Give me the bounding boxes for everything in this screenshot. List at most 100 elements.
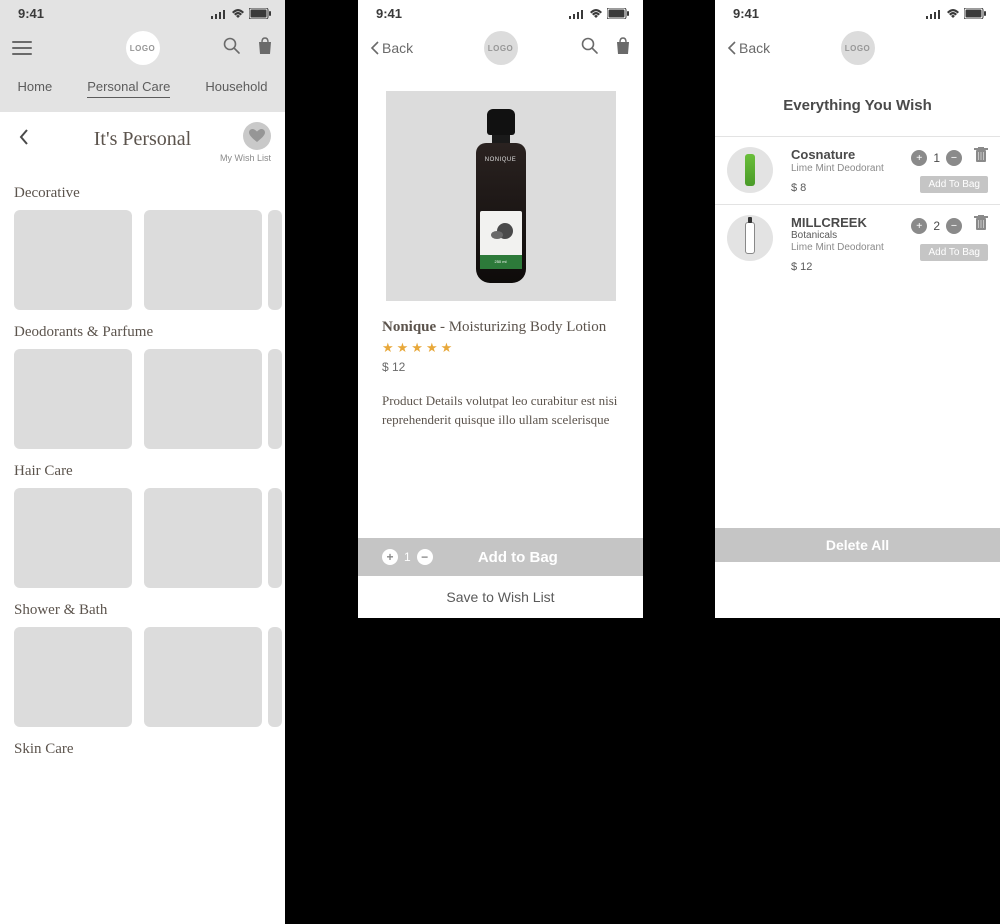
- category-tabs: Home Personal Care Household: [0, 73, 285, 112]
- back-button[interactable]: Back: [370, 40, 413, 56]
- wishlist-item: MILLCREEK Botanicals Lime Mint Deodorant…: [715, 204, 1000, 283]
- screen-wishlist: 9:41 Back LOGO Everything You Wish Cosna…: [715, 0, 1000, 618]
- product-description: Product Details volutpat leo curabitur e…: [382, 392, 619, 430]
- product-thumb[interactable]: [268, 349, 282, 449]
- bottle-brand-text: NONIQUE: [476, 157, 526, 163]
- qty-decrease[interactable]: −: [946, 150, 962, 166]
- page-title-row: It's Personal: [0, 112, 285, 153]
- product-image[interactable]: NONIQUE 250 ml: [386, 91, 616, 301]
- item-variant: Lime Mint Deodorant: [791, 163, 890, 174]
- item-actions: + 1 − Add To Bag: [898, 147, 988, 193]
- product-thumb[interactable]: [268, 488, 282, 588]
- page-title: It's Personal: [14, 128, 271, 151]
- wishlist-button[interactable]: [243, 122, 271, 150]
- logo[interactable]: LOGO: [841, 31, 875, 65]
- delete-all-button[interactable]: Delete All: [715, 528, 1000, 562]
- delete-item-button[interactable]: [974, 215, 988, 236]
- item-price: $ 12: [791, 261, 890, 273]
- delete-item-button[interactable]: [974, 147, 988, 168]
- product-brand: Nonique: [382, 319, 436, 335]
- tab-personal-care[interactable]: Personal Care: [87, 79, 170, 98]
- search-icon[interactable]: [223, 37, 241, 60]
- screen-product-detail: 9:41 Back LOGO NONIQU: [358, 0, 643, 618]
- product-thumb[interactable]: [14, 349, 132, 449]
- trash-icon: [974, 215, 988, 231]
- product-thumb[interactable]: [144, 488, 262, 588]
- item-variant: Lime Mint Deodorant: [791, 242, 890, 253]
- row-decorative[interactable]: [0, 210, 285, 310]
- status-time: 9:41: [376, 6, 402, 21]
- status-bar: 9:41: [0, 0, 285, 23]
- status-icons: [211, 8, 271, 19]
- battery-icon: [607, 8, 629, 19]
- item-brand: MILLCREEK: [791, 215, 890, 230]
- item-thumb[interactable]: [727, 147, 773, 193]
- qty-increase[interactable]: +: [911, 218, 927, 234]
- battery-icon: [964, 8, 986, 19]
- section-decorative: Decorative: [0, 171, 285, 210]
- product-thumb[interactable]: [268, 210, 282, 310]
- status-icons: [926, 8, 986, 19]
- item-price: $ 8: [791, 182, 890, 194]
- menu-button[interactable]: [12, 41, 32, 55]
- product-thumb[interactable]: [144, 210, 262, 310]
- trash-icon: [974, 147, 988, 163]
- bottle-illustration: NONIQUE 250 ml: [476, 109, 526, 284]
- status-time: 9:41: [733, 6, 759, 21]
- signal-icon: [569, 9, 585, 19]
- section-hair: Hair Care: [0, 449, 285, 488]
- product-thumb[interactable]: [144, 627, 262, 727]
- save-to-wishlist-button[interactable]: Save to Wish List: [358, 576, 643, 618]
- section-skin: Skin Care: [0, 727, 285, 766]
- qty-decrease[interactable]: −: [946, 218, 962, 234]
- screen-category: 9:41 LOGO Home Personal Ca: [0, 0, 285, 924]
- item-info: MILLCREEK Botanicals Lime Mint Deodorant…: [791, 215, 890, 273]
- bag-icon[interactable]: [257, 37, 273, 60]
- item-info: Cosnature Lime Mint Deodorant $ 8: [791, 147, 890, 194]
- product-thumb[interactable]: [14, 210, 132, 310]
- back-button[interactable]: Back: [727, 40, 770, 56]
- status-icons: [569, 8, 629, 19]
- logo[interactable]: LOGO: [126, 31, 160, 65]
- quantity-stepper: + 2 −: [911, 215, 988, 236]
- tab-household[interactable]: Household: [205, 79, 267, 98]
- header-bar: LOGO: [0, 23, 285, 73]
- product-thumb[interactable]: [14, 627, 132, 727]
- product-thumb[interactable]: [268, 627, 282, 727]
- add-to-bag-button[interactable]: Add To Bag: [920, 244, 988, 261]
- bottle-icon: [745, 154, 755, 186]
- status-bar: 9:41: [715, 0, 1000, 23]
- tab-home[interactable]: Home: [18, 79, 53, 98]
- add-to-bag-bar: + 1 − Add to Bag: [358, 538, 643, 576]
- header-bar: Back LOGO: [715, 23, 1000, 73]
- quantity-stepper: + 1 −: [911, 147, 988, 168]
- row-shower[interactable]: [0, 627, 285, 727]
- item-thumb[interactable]: [727, 215, 773, 261]
- header-bar: Back LOGO: [358, 23, 643, 73]
- product-thumb[interactable]: [14, 488, 132, 588]
- wifi-icon: [589, 9, 603, 19]
- search-icon[interactable]: [581, 37, 599, 60]
- row-hair[interactable]: [0, 488, 285, 588]
- bottle-size-text: 250 ml: [480, 255, 522, 269]
- row-deodorants[interactable]: [0, 349, 285, 449]
- heart-icon: [249, 129, 265, 143]
- product-thumb[interactable]: [144, 349, 262, 449]
- signal-icon: [211, 9, 227, 19]
- back-label: Back: [382, 40, 413, 56]
- rating-stars[interactable]: ★★★★★: [382, 340, 619, 356]
- item-subbrand: Botanicals: [791, 230, 890, 241]
- back-label: Back: [739, 40, 770, 56]
- bag-icon[interactable]: [615, 37, 631, 60]
- battery-icon: [249, 8, 271, 19]
- logo[interactable]: LOGO: [484, 31, 518, 65]
- product-price: $ 12: [382, 360, 619, 374]
- wifi-icon: [231, 9, 245, 19]
- add-to-bag-button[interactable]: Add to Bag: [393, 549, 643, 566]
- qty-increase[interactable]: +: [911, 150, 927, 166]
- status-time: 9:41: [18, 6, 44, 21]
- add-to-bag-button[interactable]: Add To Bag: [920, 176, 988, 193]
- back-chevron[interactable]: [18, 128, 30, 151]
- qty-value: 2: [933, 219, 940, 233]
- product-info: Nonique - Moisturizing Body Lotion ★★★★★…: [358, 301, 643, 448]
